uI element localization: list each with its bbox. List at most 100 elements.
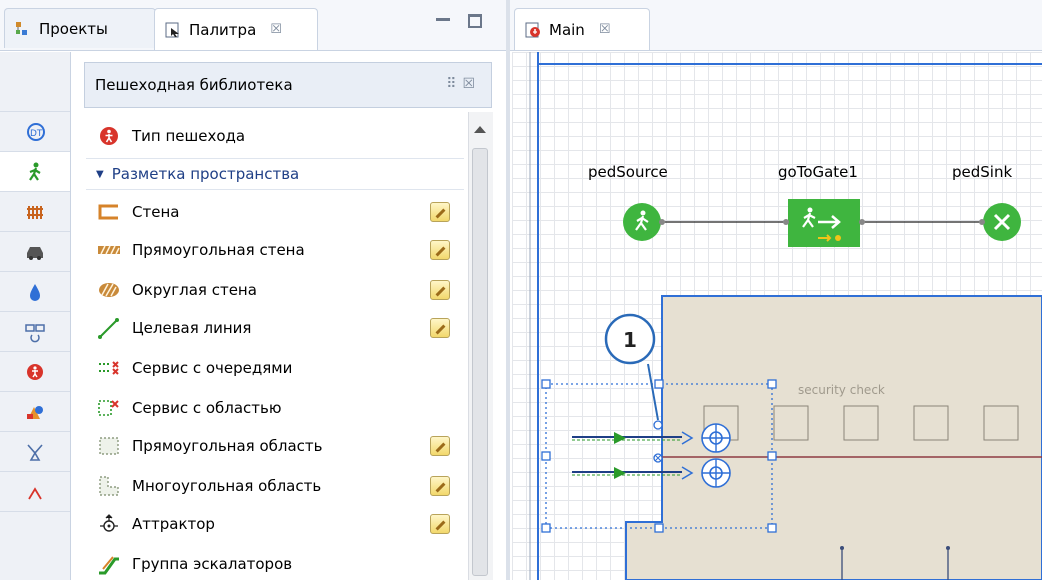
escalator-group-icon <box>96 553 122 575</box>
palette-item-label: Округлая стена <box>132 281 257 299</box>
process-icon <box>25 323 45 342</box>
wall-icon <box>96 201 122 223</box>
palette-item-label: Сервис с областью <box>132 399 282 417</box>
palette-item-polygon-area[interactable]: Многоугольная область <box>96 468 321 504</box>
svg-text:DT: DT <box>30 129 43 139</box>
goToGate1-block[interactable] <box>783 199 865 247</box>
area-label: security check <box>798 383 885 397</box>
minimize-icon[interactable] <box>436 18 450 21</box>
tab-projects[interactable]: Проекты <box>4 8 156 48</box>
marker-dot <box>946 546 950 550</box>
tab-palette[interactable]: Палитра ☒ <box>154 8 318 50</box>
block-label-pedSink: pedSink <box>952 163 1012 181</box>
draw-mode-pencil-icon[interactable] <box>430 514 450 534</box>
rectangular-wall-icon <box>96 239 122 261</box>
block-label-goToGate1: goToGate1 <box>778 163 858 181</box>
target-line-icon <box>96 317 122 339</box>
shapes-icon <box>27 405 43 419</box>
agent-icon <box>27 363 43 380</box>
sidebar-more[interactable] <box>0 472 70 512</box>
tab-main[interactable]: Main ☒ <box>514 8 650 50</box>
draw-mode-pencil-icon[interactable] <box>430 436 450 456</box>
palette-group-label: Разметка пространства <box>111 165 300 183</box>
sidebar-fluid[interactable] <box>0 272 70 312</box>
projects-icon <box>15 21 31 37</box>
palette-item-round-wall[interactable]: Округлая стена <box>96 272 257 308</box>
sidebar-pedestrian[interactable] <box>0 152 70 192</box>
sidebar-system-dynamics[interactable]: DT <box>0 112 70 152</box>
agent-type-icon <box>525 22 541 38</box>
tab-palette-label: Палитра <box>189 20 257 39</box>
service-queues-icon <box>96 357 122 379</box>
palette-item-wall[interactable]: Стена <box>96 194 179 230</box>
palette-item-rectangular-wall[interactable]: Прямоугольная стена <box>96 232 305 268</box>
pedestrian-type-icon <box>96 125 122 147</box>
connectors-icon <box>27 443 43 461</box>
service-area-icon <box>96 397 122 419</box>
sidebar-shapes[interactable] <box>0 392 70 432</box>
palette-group-space-markup[interactable]: ▼ Разметка пространства <box>86 158 464 190</box>
draw-mode-pencil-icon[interactable] <box>430 280 450 300</box>
palette-item-label: Стена <box>132 203 180 221</box>
fluid-icon <box>30 283 40 301</box>
marker-dot <box>840 546 844 550</box>
palette-item-label: Группа эскалаторов <box>132 555 293 573</box>
palette-item-rect-area[interactable]: Прямоугольная область <box>96 428 323 464</box>
draw-mode-pencil-icon[interactable] <box>430 202 450 222</box>
selection-handle[interactable] <box>767 451 777 461</box>
palette-item-target-line[interactable]: Целевая линия <box>96 310 251 346</box>
car-icon <box>27 246 43 260</box>
selection-handle[interactable] <box>541 523 551 533</box>
palette-section-title: Пешеходная библиотека <box>95 76 293 94</box>
palette-icon <box>165 22 181 38</box>
canvas-drawing[interactable]: security check pedSource goToGate1 pedSi… <box>512 52 1042 580</box>
tab-main-label: Main <box>549 20 585 39</box>
sidebar-process[interactable] <box>0 312 70 352</box>
palette-item-label: Тип пешехода <box>132 127 246 145</box>
palette-scroll-thumb[interactable] <box>472 148 488 576</box>
palette-item-service-area[interactable]: Сервис с областью <box>96 390 282 426</box>
close-icon[interactable]: ☒ <box>270 22 282 37</box>
sidebar-top-button[interactable] <box>0 52 70 112</box>
sidebar-agent[interactable] <box>0 352 70 392</box>
draw-mode-pencil-icon[interactable] <box>430 240 450 260</box>
callout-pointer <box>647 363 659 421</box>
callout-number: 1 <box>623 328 637 352</box>
palette-item-attractor[interactable]: Аттрактор <box>96 506 215 542</box>
selection-handle[interactable] <box>654 379 664 389</box>
draw-mode-pencil-icon[interactable] <box>430 476 450 496</box>
selection-handle[interactable] <box>654 523 664 533</box>
system-dynamics-icon: DT <box>27 122 45 141</box>
draw-mode-pencil-icon[interactable] <box>430 318 450 338</box>
palette-item-escalator-group[interactable]: Группа эскалаторов <box>96 546 292 582</box>
sidebar-rail[interactable] <box>0 192 70 232</box>
block-label-pedSource: pedSource <box>588 163 668 181</box>
palette-item-label: Аттрактор <box>132 515 215 533</box>
pedSink-block[interactable] <box>979 203 1021 241</box>
security-area-shape[interactable] <box>625 295 1042 580</box>
sidebar-road[interactable] <box>0 232 70 272</box>
palette-section-header[interactable]: Пешеходная библиотека ⠿☒ <box>84 62 492 108</box>
tab-projects-label: Проекты <box>39 19 108 38</box>
palette-section-controls[interactable]: ⠿☒ <box>446 76 481 92</box>
rect-area-icon <box>96 435 122 457</box>
selection-handle[interactable] <box>767 523 777 533</box>
palette-item-pedestrian-type[interactable]: Тип пешехода <box>96 118 245 154</box>
maximize-icon[interactable] <box>468 14 482 28</box>
close-icon[interactable]: ☒ <box>599 22 611 37</box>
attractor-icon <box>96 513 122 535</box>
sidebar-connectors[interactable] <box>0 432 70 472</box>
selection-handle[interactable] <box>541 379 551 389</box>
palette-item-label: Прямоугольная область <box>132 437 323 455</box>
selection-handle[interactable] <box>767 379 777 389</box>
palette-item-label: Целевая линия <box>132 319 252 337</box>
palette-item-label: Прямоугольная стена <box>132 241 305 259</box>
pedestrian-icon <box>29 162 41 181</box>
selection-handle[interactable] <box>541 451 551 461</box>
palette-item-label: Многоугольная область <box>132 477 322 495</box>
palette-item-service-queues[interactable]: Сервис с очередями <box>96 350 292 386</box>
view-divider[interactable] <box>506 0 510 580</box>
round-wall-icon <box>96 279 122 301</box>
scroll-up-icon[interactable] <box>474 126 486 133</box>
pedSource-block[interactable] <box>623 203 665 241</box>
